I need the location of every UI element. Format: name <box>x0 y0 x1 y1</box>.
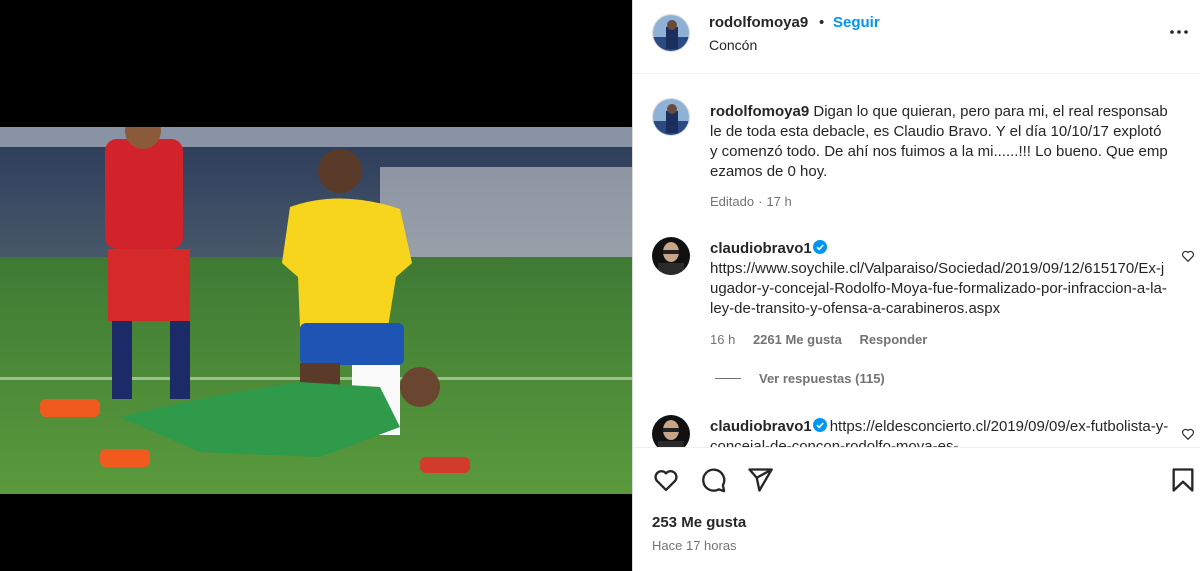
comments-list[interactable]: rodolfomoya9 Digan lo que quieran, pero … <box>633 75 1200 447</box>
avatar[interactable] <box>652 237 690 275</box>
header-separator-dot: • <box>819 14 825 31</box>
likes-count[interactable]: 253 Me gusta <box>652 514 746 531</box>
header-username[interactable]: rodolfomoya9 <box>709 14 808 31</box>
post-media <box>0 0 632 571</box>
avatar-image <box>653 99 689 135</box>
avatar[interactable] <box>652 98 690 136</box>
comment-meta: 16 h 2261 Me gusta Responder <box>710 332 941 347</box>
avatar-image <box>652 237 690 275</box>
avatar-image <box>652 415 690 447</box>
view-replies-button[interactable]: Ver respuestas (115) <box>715 371 885 386</box>
avatar[interactable] <box>652 14 690 52</box>
avatar[interactable] <box>652 415 690 447</box>
post-photo[interactable] <box>0 127 632 494</box>
heart-icon[interactable] <box>1181 427 1195 441</box>
comment-text: claudiobravo1 https://eldesconcierto.cl/2… <box>710 417 1170 447</box>
post-timestamp[interactable]: Hace 17 horas <box>652 538 737 553</box>
reply-button[interactable]: Responder <box>859 332 927 347</box>
replies-divider <box>715 378 741 379</box>
caption-username[interactable]: rodolfomoya9 <box>710 103 809 120</box>
football-photo <box>0 127 632 494</box>
comment-username[interactable]: claudiobravo1 <box>710 418 812 435</box>
post-header: rodolfomoya9 • Seguir Concón <box>633 0 1200 74</box>
avatar-image <box>653 15 689 51</box>
comment-time: 16 h <box>710 332 736 347</box>
meta-separator: · <box>758 194 763 209</box>
comment-likes[interactable]: 2261 Me gusta <box>753 332 842 347</box>
verified-badge-icon <box>812 240 827 254</box>
caption-meta: Editado · 17 h <box>710 194 806 209</box>
comment-icon[interactable] <box>699 466 727 494</box>
share-icon[interactable] <box>746 466 774 494</box>
bookmark-icon[interactable] <box>1169 466 1197 494</box>
more-horizontal-icon[interactable] <box>1167 20 1191 44</box>
comment-link[interactable]: https://www.soychile.cl/Valparaiso/Socie… <box>710 260 1167 317</box>
follow-button[interactable]: Seguir <box>833 14 880 31</box>
view-replies-label: Ver respuestas (115) <box>759 371 885 386</box>
location-link[interactable]: Concón <box>709 37 757 53</box>
verified-badge-icon <box>812 418 827 432</box>
post-side-panel: rodolfomoya9 • Seguir Concón rodolfomoya… <box>632 0 1200 571</box>
post-actions: 253 Me gusta Hace 17 horas <box>633 447 1200 571</box>
heart-icon[interactable] <box>1181 249 1195 263</box>
caption-text: rodolfomoya9 Digan lo que quieran, pero … <box>710 102 1170 182</box>
caption-time: 17 h <box>766 194 792 209</box>
heart-icon[interactable] <box>652 466 680 494</box>
comment-text: claudiobravo1 https://www.soychile.cl/Va… <box>710 239 1170 319</box>
edited-label: Editado <box>710 194 755 209</box>
comment-username[interactable]: claudiobravo1 <box>710 240 812 257</box>
